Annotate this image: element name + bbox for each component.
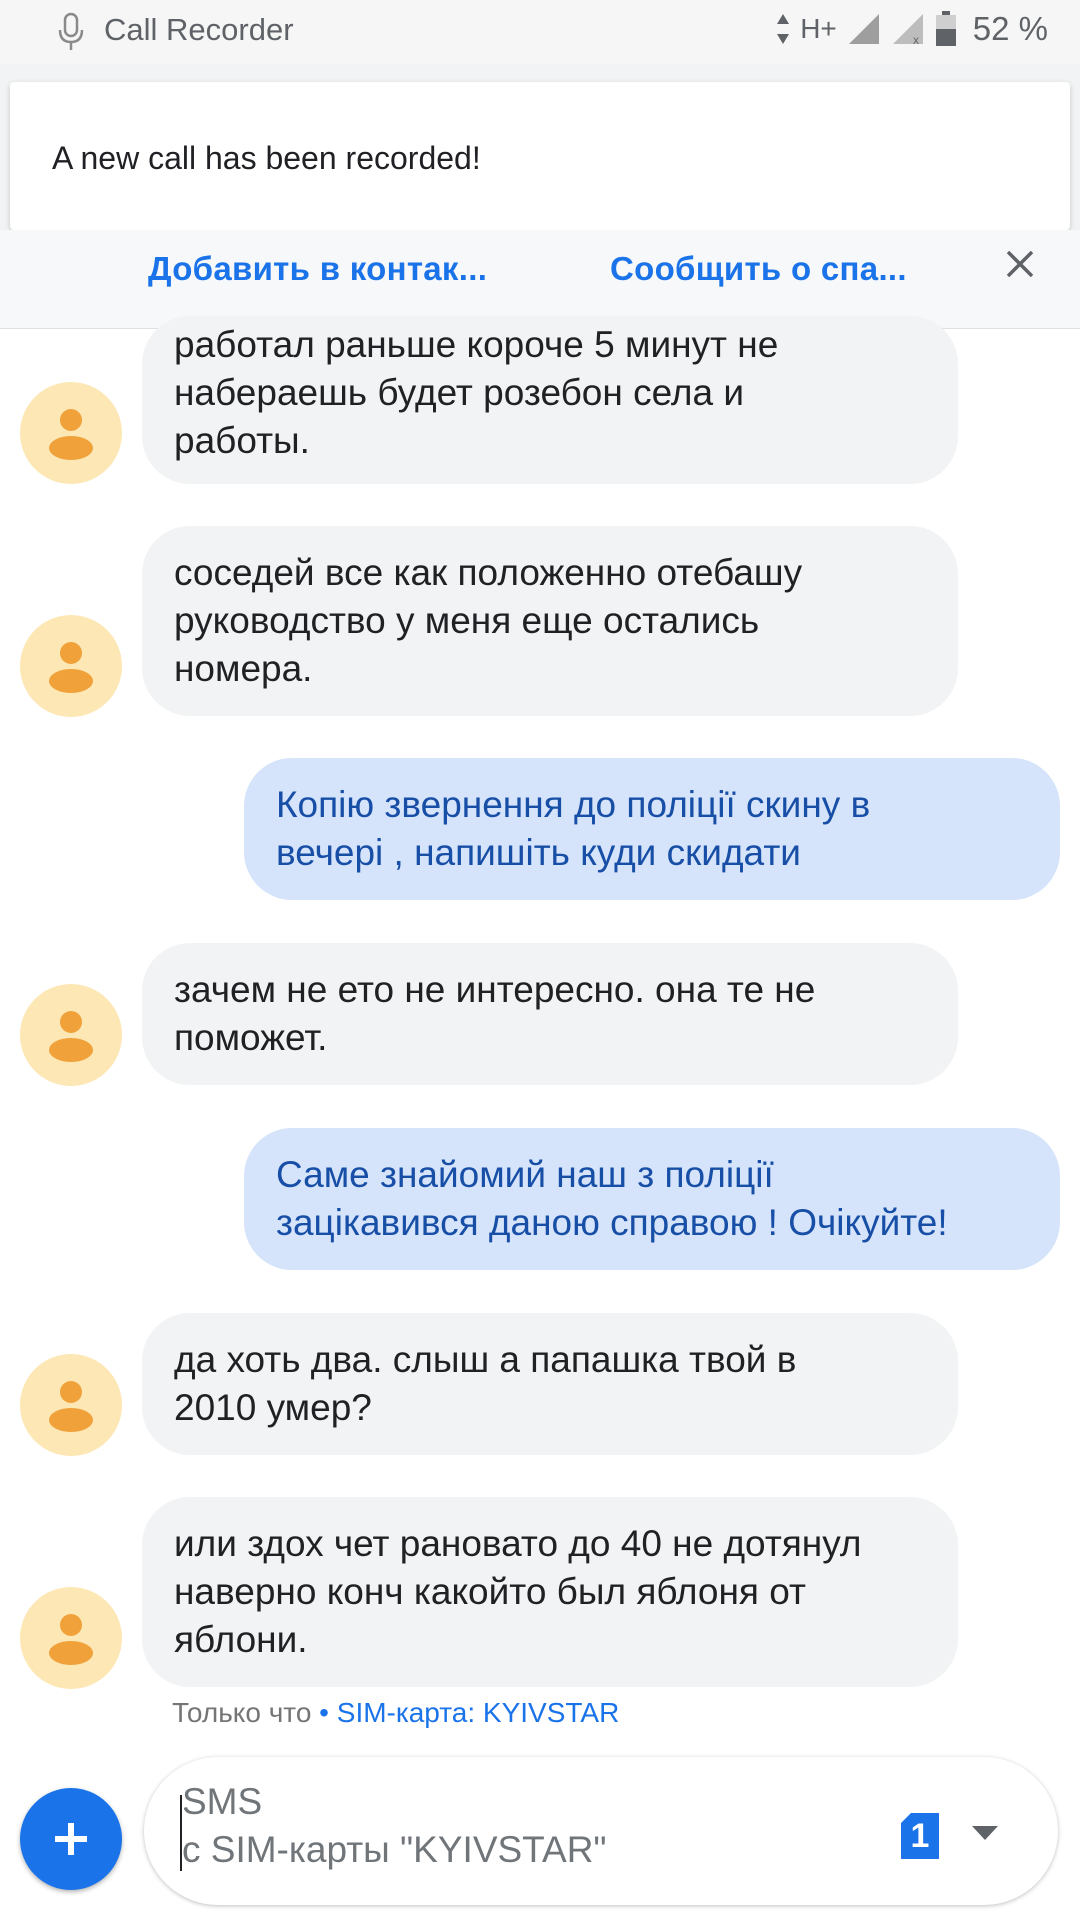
report-spam-button[interactable]: Сообщить о спа... [610,250,907,288]
contact-avatar[interactable] [20,1587,122,1689]
sim-selector[interactable]: 1 [901,1813,939,1859]
signal-icon [848,14,879,44]
spam-action-bar: Добавить в контак... Сообщить о спа... [0,230,1080,329]
add-attachment-button[interactable] [20,1788,122,1890]
message-meta: Только что • SIM-карта: KYIVSTAR [172,1697,619,1729]
notification-text: A new call has been recorded! [52,140,481,176]
notification-card[interactable]: A new call has been recorded! [10,82,1070,230]
input-placeholder-sim: с SIM-карты "KYIVSTAR" [182,1829,607,1870]
close-icon[interactable] [1000,244,1040,284]
dropdown-arrow-icon[interactable] [970,1823,1000,1843]
data-arrows-icon [777,14,790,44]
network-type: H+ [800,13,837,44]
microphone-icon [58,12,84,50]
message-bubble-incoming[interactable]: соседей все как положенно отебашу руково… [142,526,958,716]
svg-text:x: x [913,33,919,46]
person-icon [49,1381,93,1432]
input-placeholder-sms: SMS [182,1781,263,1822]
message-bubble-incoming[interactable]: работал раньше короче 5 минут не наберае… [142,316,958,484]
sim-label: SIM-карта: KYIVSTAR [336,1697,620,1728]
person-icon [49,1011,93,1062]
person-icon [49,1614,93,1665]
sim-number: 1 [910,1817,930,1855]
status-bar: Call Recorder H+ x 52 % [0,0,1080,64]
person-icon [49,642,93,693]
plus-icon [55,1823,87,1855]
message-bubble-incoming[interactable]: зачем не ето не интересно. она те не пом… [142,943,958,1085]
contact-avatar[interactable] [20,615,122,717]
message-bubble-outgoing[interactable]: Копію звернення до поліції скину в вечер… [244,758,1060,900]
contact-avatar[interactable] [20,984,122,1086]
contact-avatar[interactable] [20,1354,122,1456]
message-time: Только что [172,1697,312,1728]
contact-avatar[interactable] [20,382,122,484]
signal-icon: x [892,14,923,46]
battery-percent: 52 % [972,10,1048,47]
message-bubble-incoming[interactable]: да хоть два. слыш а папашка твой в 2010 … [142,1313,958,1455]
message-bubble-outgoing[interactable]: Саме знайомий наш з поліції зацікавився … [244,1128,1060,1270]
app-name: Call Recorder [104,12,294,47]
battery-icon [935,11,956,46]
meta-separator: • [311,1697,337,1728]
message-input-field[interactable]: SMS с SIM-карты "KYIVSTAR" 1 [144,1757,1058,1905]
message-bubble-incoming[interactable]: или здох чет рановато до 40 не дотянул н… [142,1497,958,1687]
add-contact-button[interactable]: Добавить в контак... [148,250,487,288]
person-icon [49,409,93,460]
